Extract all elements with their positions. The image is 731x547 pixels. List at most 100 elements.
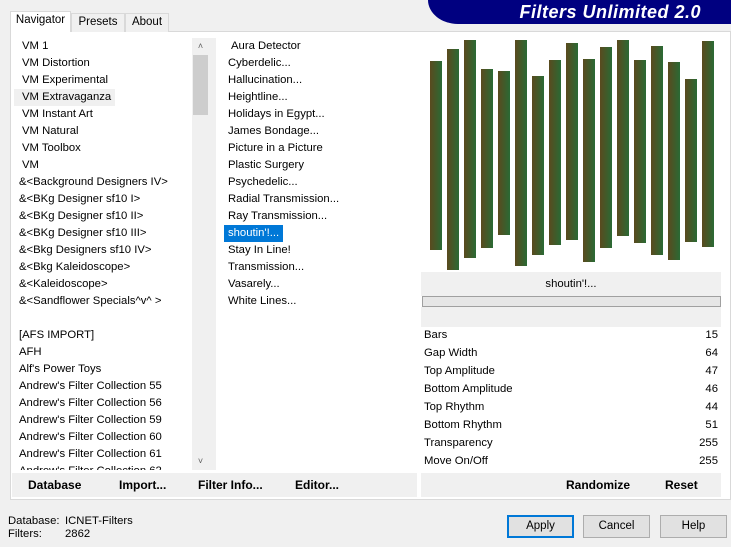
tab-presets[interactable]: Presets [71, 13, 125, 32]
category-item[interactable]: Andrew's Filter Collection 56 [14, 395, 166, 412]
preview-bar [481, 69, 493, 248]
category-item[interactable]: Andrew's Filter Collection 55 [14, 378, 166, 395]
preview-bar [532, 76, 544, 255]
category-item[interactable]: &<Bkg Designers sf10 IV> [14, 242, 156, 259]
filter-item[interactable]: shoutin'!... [224, 225, 284, 242]
apply-button[interactable]: Apply [507, 515, 574, 538]
param-value[interactable]: 255 [699, 453, 718, 470]
randomize-button[interactable]: Randomize [566, 473, 630, 497]
filter-item[interactable]: Aura Detector [224, 38, 305, 55]
preview-bar [685, 79, 697, 242]
category-item[interactable]: VM 1 [14, 38, 52, 55]
preview-bar [583, 59, 595, 262]
param-value[interactable]: 44 [705, 399, 718, 416]
preview-bar [549, 60, 561, 245]
category-item[interactable]: [AFS IMPORT] [14, 327, 98, 344]
preview-bar [617, 40, 629, 236]
category-item[interactable]: VM Distortion [14, 55, 94, 72]
param-name: Transparency [424, 437, 493, 449]
category-item[interactable]: Andrew's Filter Collection 60 [14, 429, 166, 446]
scroll-thumb[interactable] [193, 55, 208, 115]
filter-item[interactable]: Stay In Line! [224, 242, 295, 259]
filter-list[interactable]: Aura Detector Cyberdelic... Hallucination.… [224, 38, 417, 470]
help-button[interactable]: Help [660, 515, 727, 538]
database-value: ICNET-Filters [65, 515, 133, 527]
param-row[interactable]: Move On/Off 255 [421, 453, 721, 470]
preview-bar [600, 47, 612, 248]
param-value[interactable]: 51 [705, 417, 718, 434]
param-name: Top Rhythm [424, 401, 485, 413]
category-item[interactable]: &<Kaleidoscope> [14, 276, 112, 293]
category-item[interactable]: &<BKg Designer sf10 I> [14, 191, 144, 208]
category-item[interactable]: &<Background Designers IV> [14, 174, 172, 191]
category-item[interactable]: Andrew's Filter Collection 62 [14, 463, 162, 470]
tab-about[interactable]: About [125, 13, 169, 32]
filter-item[interactable]: Holidays in Egypt... [224, 106, 329, 123]
preview-bar [668, 62, 680, 260]
category-item[interactable]: VM Toolbox [14, 140, 85, 157]
param-value[interactable]: 47 [705, 363, 718, 380]
category-item[interactable]: &<BKg Designer sf10 II> [14, 208, 147, 225]
param-name: Bottom Amplitude [424, 383, 513, 395]
param-value[interactable]: 64 [705, 345, 718, 362]
preview-bar [515, 40, 527, 266]
category-item[interactable]: &<Bkg Kaleidoscope> [14, 259, 134, 276]
preview-bar [464, 40, 476, 258]
category-item[interactable]: VM Natural [14, 123, 83, 140]
filter-item[interactable]: Picture in a Picture [224, 140, 327, 157]
scroll-up-icon[interactable]: ˄ [192, 38, 209, 55]
param-row[interactable]: Bottom Amplitude 46 [421, 381, 721, 398]
reset-button[interactable]: Reset [665, 473, 698, 497]
bottom-toolbar: Database Import... Filter Info... Editor… [12, 473, 417, 497]
preview-bar [702, 41, 714, 247]
scroll-down-icon[interactable]: ˅ [192, 453, 209, 470]
cancel-button[interactable]: Cancel [583, 515, 650, 538]
preview-bar [566, 43, 578, 240]
filter-item[interactable]: Radial Transmission... [224, 191, 343, 208]
category-item[interactable]: Andrew's Filter Collection 59 [14, 412, 166, 429]
param-value[interactable]: 46 [705, 381, 718, 398]
filter-item[interactable]: Cyberdelic... [224, 55, 295, 72]
category-item[interactable]: VM Instant Art [14, 106, 97, 123]
filter-item[interactable]: Plastic Surgery [224, 157, 308, 174]
category-item[interactable]: Andrew's Filter Collection 61 [14, 446, 166, 463]
progress-bar [422, 296, 721, 307]
category-item[interactable]: &<Sandflower Specials^v^ > [14, 293, 165, 310]
preview-bar [430, 61, 442, 250]
filter-item[interactable]: James Bondage... [224, 123, 323, 140]
category-item[interactable]: VM Extravaganza [14, 89, 116, 106]
filter-item[interactable]: Transmission... [224, 259, 308, 276]
filter-item[interactable]: Psychedelic... [224, 174, 302, 191]
category-item[interactable]: VM Experimental [14, 72, 112, 89]
param-row[interactable]: Bars 15 [421, 327, 721, 344]
preview-bar [498, 71, 510, 235]
param-value[interactable]: 255 [699, 435, 718, 452]
category-item[interactable]: Alf's Power Toys [14, 361, 105, 378]
category-item[interactable]: &<BKg Designer sf10 III> [14, 225, 150, 242]
param-toolbar: Randomize Reset [421, 473, 721, 497]
param-row[interactable]: Gap Width 64 [421, 345, 721, 362]
param-row[interactable]: Bottom Rhythm 51 [421, 417, 721, 434]
param-row[interactable]: Top Rhythm 44 [421, 399, 721, 416]
param-row[interactable]: Transparency 255 [421, 435, 721, 452]
category-list[interactable]: VM 1 VM Distortion VM Experimental VM Extra… [14, 38, 192, 470]
preview-bar [447, 49, 459, 270]
param-row[interactable]: Top Amplitude 47 [421, 363, 721, 380]
import-button[interactable]: Import... [119, 473, 166, 497]
category-item[interactable]: VM [14, 157, 43, 174]
filter-item[interactable]: Heightline... [224, 89, 292, 106]
tab-navigator[interactable]: Navigator [10, 11, 71, 32]
filter-item[interactable]: Hallucination... [224, 72, 306, 89]
preview-bar [651, 46, 663, 255]
editor-button[interactable]: Editor... [295, 473, 339, 497]
filter-item[interactable]: Ray Transmission... [224, 208, 331, 225]
param-value[interactable]: 15 [705, 327, 718, 344]
category-scrollbar[interactable]: ˄ ˅ [192, 38, 209, 470]
filter-item[interactable]: Vasarely... [224, 276, 284, 293]
filter-info-button[interactable]: Filter Info... [198, 473, 263, 497]
filter-item[interactable]: White Lines... [224, 293, 300, 310]
category-item[interactable] [14, 310, 23, 327]
database-label: Database: [8, 515, 60, 527]
database-button[interactable]: Database [28, 473, 81, 497]
category-item[interactable]: AFH [14, 344, 46, 361]
